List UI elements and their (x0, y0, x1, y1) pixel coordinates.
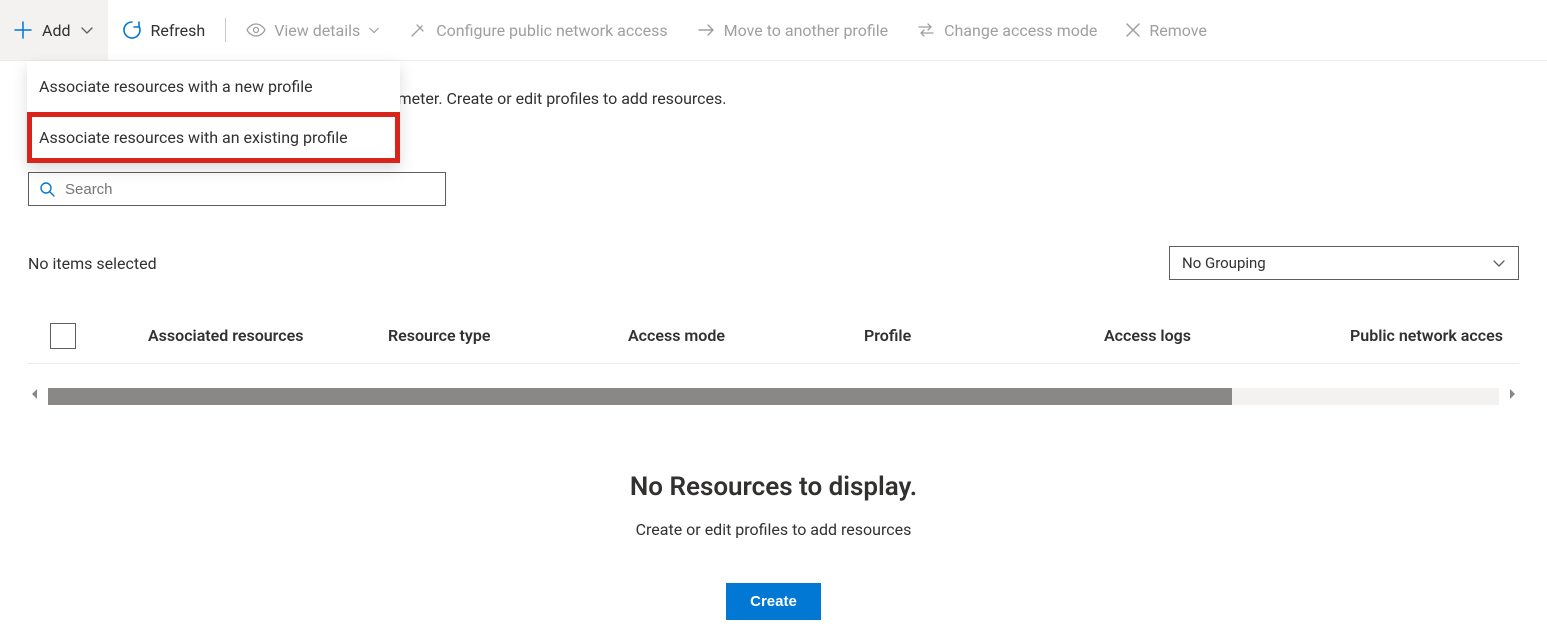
view-details-label: View details (274, 21, 360, 40)
table-header: Associated resources Resource type Acces… (28, 308, 1519, 364)
content: of profiles associated with this network… (0, 89, 1547, 620)
move-label: Move to another profile (724, 21, 888, 40)
grouping-dropdown[interactable]: No Grouping (1169, 246, 1519, 280)
arrow-right-icon (696, 20, 716, 40)
grouping-value: No Grouping (1182, 254, 1266, 272)
select-all-checkbox[interactable] (50, 323, 76, 349)
column-profile[interactable]: Profile (864, 326, 1104, 345)
configure-button[interactable]: Configure public network access (394, 0, 681, 60)
change-mode-label: Change access mode (944, 21, 1097, 40)
chevron-down-icon (368, 24, 380, 36)
remove-label: Remove (1149, 21, 1207, 40)
dropdown-item-label: Associate resources with a new profile (39, 77, 313, 96)
change-mode-button[interactable]: Change access mode (902, 0, 1111, 60)
horizontal-scrollbar[interactable] (28, 382, 1519, 410)
close-icon (1125, 22, 1141, 38)
dropdown-item-label: Associate resources with an existing pro… (39, 128, 348, 147)
empty-state: No Resources to display. Create or edit … (28, 472, 1519, 620)
column-public[interactable]: Public network acces (1350, 326, 1519, 345)
add-button[interactable]: Add (0, 0, 108, 60)
column-logs[interactable]: Access logs (1104, 326, 1350, 345)
plus-icon (14, 21, 32, 39)
move-button[interactable]: Move to another profile (682, 0, 902, 60)
scroll-left-arrow[interactable] (28, 388, 42, 404)
column-check (28, 323, 148, 349)
selection-status: No items selected (28, 254, 157, 273)
create-button[interactable]: Create (726, 583, 821, 620)
eye-icon (246, 20, 266, 40)
scroll-right-arrow[interactable] (1505, 388, 1519, 404)
dropdown-item-new-profile[interactable]: Associate resources with a new profile (27, 61, 400, 112)
toolbar: Add Refresh View details Configure publi… (0, 0, 1547, 61)
scroll-thumb[interactable] (48, 388, 1232, 405)
toolbar-separator (225, 18, 226, 42)
empty-title: No Resources to display. (28, 472, 1519, 502)
chevron-down-icon (80, 23, 94, 37)
column-type[interactable]: Resource type (388, 326, 628, 345)
scroll-track[interactable] (48, 388, 1499, 405)
create-button-label: Create (750, 593, 797, 610)
configure-label: Configure public network access (436, 21, 667, 40)
swap-icon (916, 20, 936, 40)
refresh-label: Refresh (150, 21, 205, 40)
chevron-down-icon (1492, 256, 1506, 270)
dropdown-item-existing-profile[interactable]: Associate resources with an existing pro… (27, 112, 400, 163)
add-dropdown: Associate resources with a new profile A… (27, 61, 400, 163)
plug-icon (408, 20, 428, 40)
empty-subtitle: Create or edit profiles to add resources (28, 520, 1519, 539)
refresh-icon (122, 20, 142, 40)
view-details-button[interactable]: View details (232, 0, 394, 60)
refresh-button[interactable]: Refresh (108, 0, 219, 60)
remove-button[interactable]: Remove (1111, 0, 1221, 60)
search-input[interactable] (65, 181, 435, 198)
search-box[interactable] (28, 172, 446, 206)
search-icon (39, 181, 55, 197)
column-mode[interactable]: Access mode (628, 326, 864, 345)
add-label: Add (42, 21, 70, 40)
column-associated[interactable]: Associated resources (148, 326, 388, 345)
selection-row: No items selected No Grouping (28, 246, 1519, 280)
